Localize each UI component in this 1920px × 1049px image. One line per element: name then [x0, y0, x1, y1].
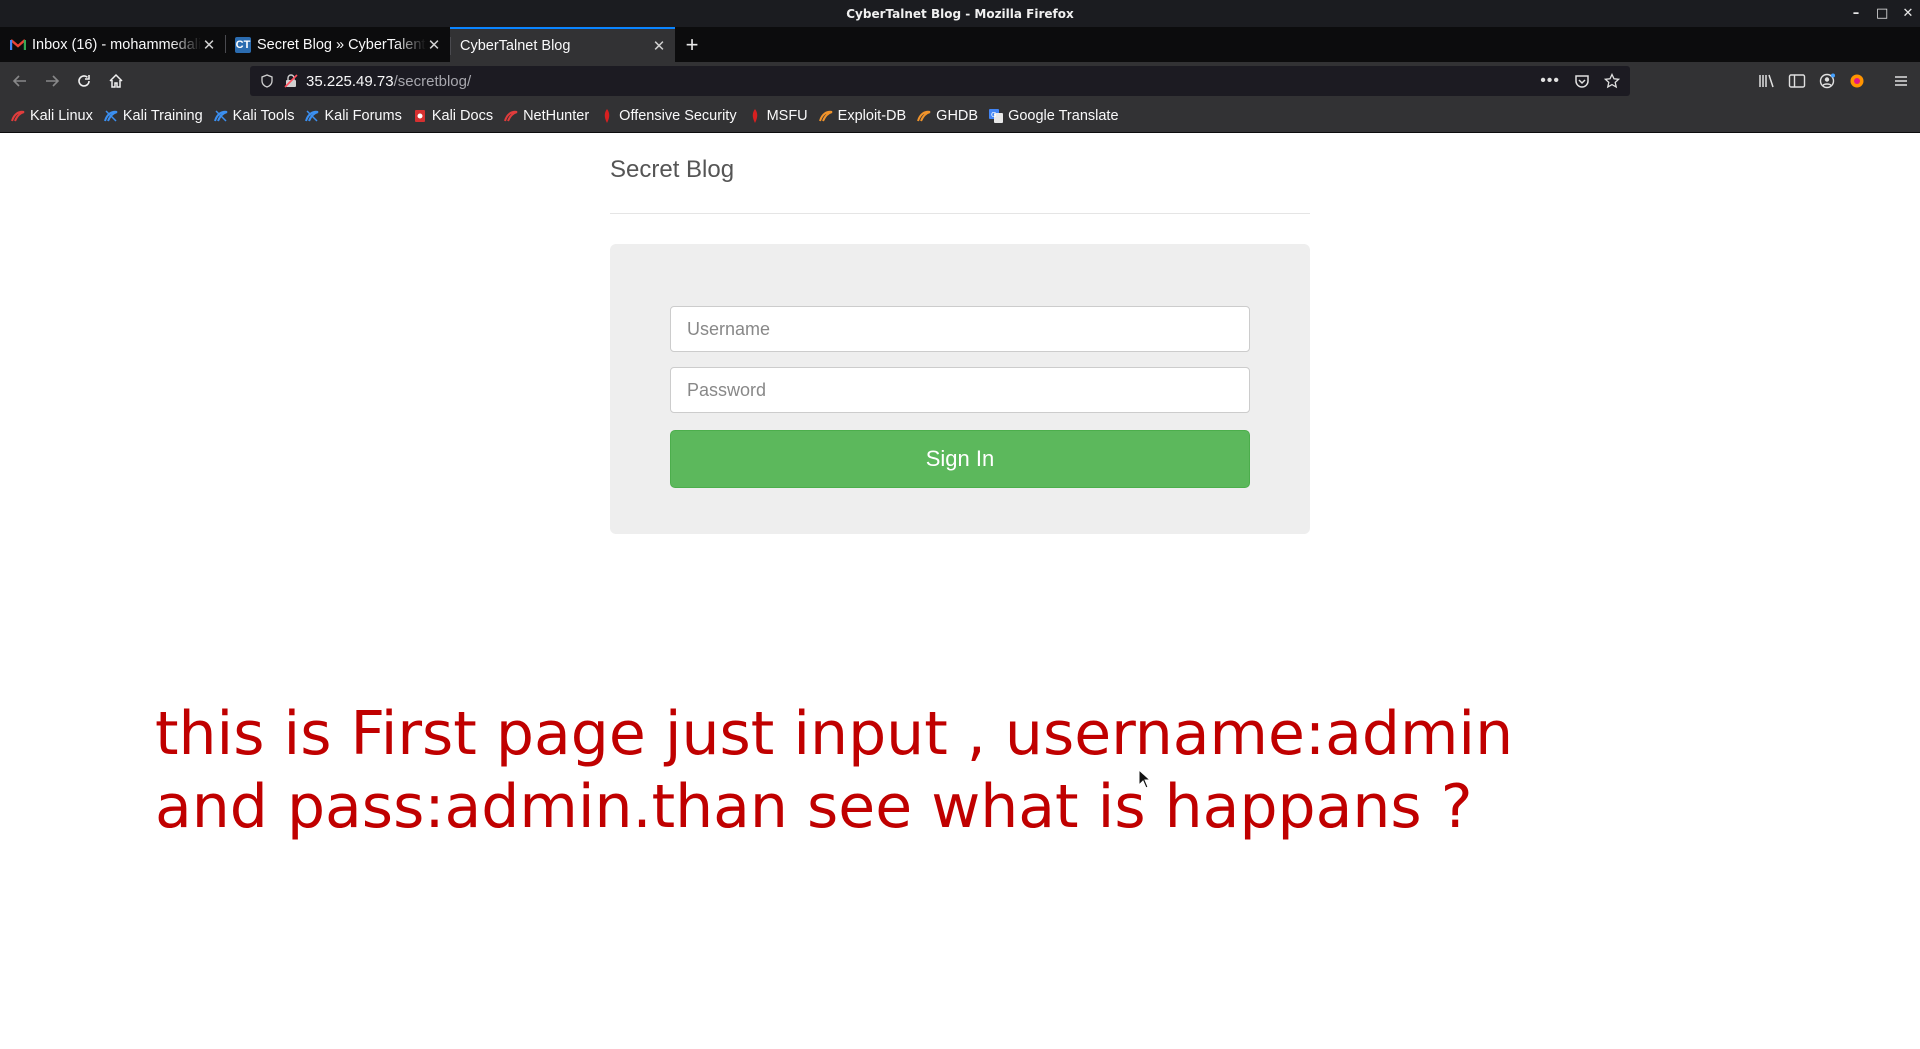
arrow-left-icon — [12, 75, 26, 87]
msfu-red-icon — [747, 108, 763, 124]
star-icon[interactable] — [1604, 73, 1620, 89]
bookmark-label: Google Translate — [1008, 108, 1119, 124]
annotation-line-1: this is First page just input , username… — [155, 699, 1514, 769]
url-path: /secretblog/ — [393, 72, 472, 90]
bookmark-msfu[interactable]: MSFU — [747, 108, 808, 124]
bookmark-exploit-db[interactable]: Exploit-DB — [818, 108, 907, 124]
bookmark-google-translate[interactable]: G Google Translate — [988, 108, 1119, 124]
annotation-text: this is First page just input , username… — [155, 698, 1755, 844]
bookmark-label: Kali Docs — [431, 108, 494, 124]
bookmark-ghdb[interactable]: GHDB — [916, 108, 978, 124]
bookmark-kali-tools[interactable]: Kali Tools — [213, 108, 295, 124]
bookmark-kali-forums[interactable]: Kali Forums — [304, 108, 402, 124]
hamburger-menu-icon[interactable] — [1892, 73, 1910, 89]
username-input[interactable] — [670, 306, 1250, 352]
maximize-button[interactable]: □ — [1876, 7, 1888, 20]
svg-text:G: G — [991, 111, 996, 119]
offsec-red-icon — [599, 108, 615, 124]
close-window-button[interactable]: ✕ — [1902, 7, 1914, 20]
bookmark-label: MSFU — [766, 108, 808, 124]
toolbar-right — [1758, 62, 1920, 100]
exploitdb-orange-icon — [818, 108, 834, 124]
google-translate-icon: G — [988, 108, 1004, 124]
ct-icon: CT — [235, 36, 251, 53]
bookmark-label: Offensive Security — [619, 108, 737, 124]
window-controls: – □ ✕ — [1850, 0, 1914, 27]
bookmark-label: GHDB — [936, 108, 979, 124]
reload-button[interactable] — [68, 65, 100, 97]
login-panel: Sign In — [610, 244, 1310, 534]
kali-dragon-blue-icon — [304, 108, 320, 124]
tab-strip: Inbox (16) - mohammedali ✕ CT Secret Blo… — [0, 27, 1920, 62]
home-button[interactable] — [100, 65, 132, 97]
firefox-extension-icon[interactable] — [1848, 73, 1866, 89]
kali-dragon-blue-icon — [213, 108, 229, 124]
bookmark-label: Exploit-DB — [837, 108, 907, 124]
kali-dragon-red-icon — [10, 108, 26, 124]
tab-title: Inbox (16) - mohammedali — [32, 36, 201, 53]
page-actions-icon[interactable]: ••• — [1540, 72, 1560, 90]
bookmark-kali-linux[interactable]: Kali Linux — [10, 108, 93, 124]
password-input[interactable] — [670, 367, 1250, 413]
tab-cybertalnet-blog[interactable]: CyberTalnet Blog ✕ — [450, 27, 675, 62]
bookmark-label: Kali Linux — [30, 108, 93, 124]
sidebar-icon[interactable] — [1788, 73, 1806, 89]
forward-button[interactable] — [36, 65, 68, 97]
bookmark-kali-docs[interactable]: Kali Docs — [412, 108, 493, 124]
sign-in-button[interactable]: Sign In — [670, 430, 1250, 488]
bookmark-nethunter[interactable]: NetHunter — [503, 108, 589, 124]
home-icon — [109, 73, 123, 88]
back-button[interactable] — [4, 65, 36, 97]
kali-dragon-blue-icon — [103, 108, 119, 124]
bookmark-offensive-security[interactable]: Offensive Security — [599, 108, 737, 124]
insecure-lock-icon — [284, 74, 298, 88]
ghdb-orange-icon — [916, 108, 932, 124]
library-icon[interactable] — [1758, 73, 1776, 89]
minimize-button[interactable]: – — [1850, 7, 1862, 20]
close-tab-icon[interactable]: ✕ — [426, 36, 442, 54]
window-title: CyberTalnet Blog - Mozilla Firefox — [846, 6, 1074, 21]
kali-docs-red-icon — [412, 108, 428, 124]
reload-icon — [78, 75, 90, 87]
pocket-icon[interactable] — [1574, 73, 1590, 89]
bookmark-label: Kali Forums — [324, 108, 402, 124]
tab-gmail-inbox[interactable]: Inbox (16) - mohammedali ✕ — [0, 27, 225, 62]
close-tab-icon[interactable]: ✕ — [201, 36, 217, 54]
tab-secret-blog[interactable]: CT Secret Blog » CyberTalent ✕ — [225, 27, 450, 62]
tab-title: CyberTalnet Blog — [460, 37, 571, 54]
account-icon[interactable] — [1818, 73, 1836, 89]
bookmark-label: Kali Tools — [232, 108, 295, 124]
bookmark-label: Kali Training — [122, 108, 203, 124]
site-brand[interactable]: Secret Blog — [610, 156, 734, 184]
arrow-right-icon — [46, 75, 60, 87]
window-titlebar: CyberTalnet Blog - Mozilla Firefox – □ ✕ — [0, 0, 1920, 27]
gmail-icon — [10, 37, 26, 53]
close-tab-icon[interactable]: ✕ — [651, 37, 667, 55]
bookmark-label: NetHunter — [523, 108, 590, 124]
page-content: Secret Blog Sign In this is First page j… — [0, 133, 1920, 1049]
nav-toolbar: 35.225.49.73/secretblog/ ••• — [0, 62, 1920, 100]
shield-icon — [261, 74, 273, 88]
url-actions: ••• — [1540, 66, 1620, 96]
annotation-line-2: and pass:admin.than see what is happans … — [155, 772, 1473, 842]
bookmarks-toolbar: Kali Linux Kali Training Kali Tools Kali… — [0, 100, 1920, 133]
new-tab-button[interactable]: + — [675, 27, 709, 62]
url-host: 35.225.49.73 — [306, 72, 394, 90]
bookmark-kali-training[interactable]: Kali Training — [103, 108, 203, 124]
nethunter-red-icon — [503, 108, 519, 124]
mouse-cursor-icon — [1138, 768, 1152, 794]
tab-title: Secret Blog » CyberTalent — [257, 36, 426, 53]
url-bar[interactable]: 35.225.49.73/secretblog/ ••• — [250, 66, 1630, 96]
header-divider — [610, 213, 1310, 214]
